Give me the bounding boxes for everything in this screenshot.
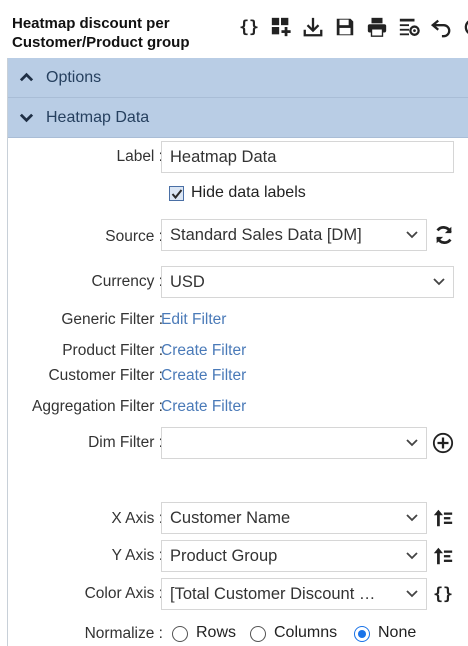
normalize-none-radio[interactable]: [354, 626, 370, 642]
download-icon[interactable]: [300, 14, 326, 40]
normalize-rows-label: Rows: [196, 624, 237, 641]
hide-data-labels-checkbox[interactable]: [169, 186, 184, 201]
chevron-up-icon: [18, 70, 34, 86]
settings-panel: Options Heatmap Data Label : Heatmap Dat…: [7, 58, 468, 646]
label-input[interactable]: Heatmap Data: [161, 141, 454, 173]
normalize-rows-radio[interactable]: [172, 626, 188, 642]
edit-generic-filter-link[interactable]: Edit Filter: [161, 311, 226, 329]
source-field-label: Source :: [105, 228, 163, 245]
currency-select[interactable]: USD: [161, 266, 454, 298]
chevron-down-icon: [406, 514, 418, 522]
x-axis-label: X Axis :: [111, 510, 163, 527]
add-widget-icon[interactable]: [268, 14, 294, 40]
sort-x-axis-icon[interactable]: [431, 506, 455, 530]
chevron-down-icon: [18, 110, 34, 126]
source-select-value: Standard Sales Data [DM]: [170, 225, 362, 244]
normalize-none-label: None: [378, 624, 417, 641]
section-options-label: Options: [46, 68, 102, 86]
product-filter-label: Product Filter :: [62, 342, 163, 359]
title-line-2: Customer/Product group: [12, 34, 190, 51]
header: Heatmap discount per Customer/Product gr…: [0, 0, 468, 58]
normalize-label: Normalize :: [84, 625, 163, 642]
print-icon[interactable]: [364, 14, 390, 40]
y-axis-value: Product Group: [170, 546, 278, 565]
hide-data-labels-label: Hide data labels: [191, 184, 306, 201]
color-axis-label: Color Axis :: [84, 585, 163, 602]
x-axis-select[interactable]: Customer Name: [161, 502, 427, 534]
settings-icon[interactable]: [396, 14, 422, 40]
dim-filter-label: Dim Filter :: [88, 434, 163, 451]
create-aggregation-filter-link[interactable]: Create Filter: [161, 398, 246, 416]
aggregation-filter-label: Aggregation Filter :: [32, 398, 163, 415]
dim-filter-select[interactable]: [161, 427, 427, 459]
section-heatmap-data-label: Heatmap Data: [46, 108, 150, 126]
source-select[interactable]: Standard Sales Data [DM]: [161, 219, 427, 251]
customer-filter-label: Customer Filter :: [48, 367, 163, 384]
color-axis-value: [Total Customer Discount …: [170, 584, 376, 603]
currency-field-label: Currency :: [91, 273, 164, 290]
x-axis-value: Customer Name: [170, 508, 291, 527]
normalize-columns-label: Columns: [274, 624, 338, 641]
chevron-down-icon: [406, 439, 418, 447]
label-input-value: Heatmap Data: [170, 147, 277, 166]
chevron-down-icon: [406, 590, 418, 598]
normalize-columns-radio[interactable]: [250, 626, 266, 642]
y-axis-select[interactable]: Product Group: [161, 540, 427, 572]
currency-select-value: USD: [170, 272, 205, 291]
svg-text:{}: {}: [239, 18, 259, 37]
chevron-down-icon: [406, 552, 418, 560]
toolbar: {}: [236, 14, 468, 40]
sort-y-axis-icon[interactable]: [431, 544, 455, 568]
create-customer-filter-link[interactable]: Create Filter: [161, 367, 246, 385]
label-field-label: Label :: [116, 148, 163, 165]
undo-icon[interactable]: [428, 14, 454, 40]
color-axis-select[interactable]: [Total Customer Discount …: [161, 578, 427, 610]
y-axis-label: Y Axis :: [111, 547, 163, 564]
braces-icon[interactable]: {}: [236, 14, 262, 40]
chevron-down-icon: [433, 278, 445, 286]
braces-icon[interactable]: {}: [431, 582, 455, 606]
refresh-source-icon[interactable]: [432, 223, 456, 247]
refresh-icon[interactable]: [460, 14, 468, 40]
section-heatmap-data[interactable]: Heatmap Data: [8, 98, 468, 138]
section-options[interactable]: Options: [8, 58, 468, 98]
page-title: Heatmap discount per Customer/Product gr…: [12, 14, 190, 52]
generic-filter-label: Generic Filter :: [61, 311, 163, 328]
title-line-1: Heatmap discount per: [12, 15, 170, 32]
svg-text:{}: {}: [433, 585, 453, 604]
save-icon[interactable]: [332, 14, 358, 40]
create-product-filter-link[interactable]: Create Filter: [161, 342, 246, 360]
add-dim-filter-icon[interactable]: [431, 431, 455, 455]
chevron-down-icon: [406, 231, 418, 239]
